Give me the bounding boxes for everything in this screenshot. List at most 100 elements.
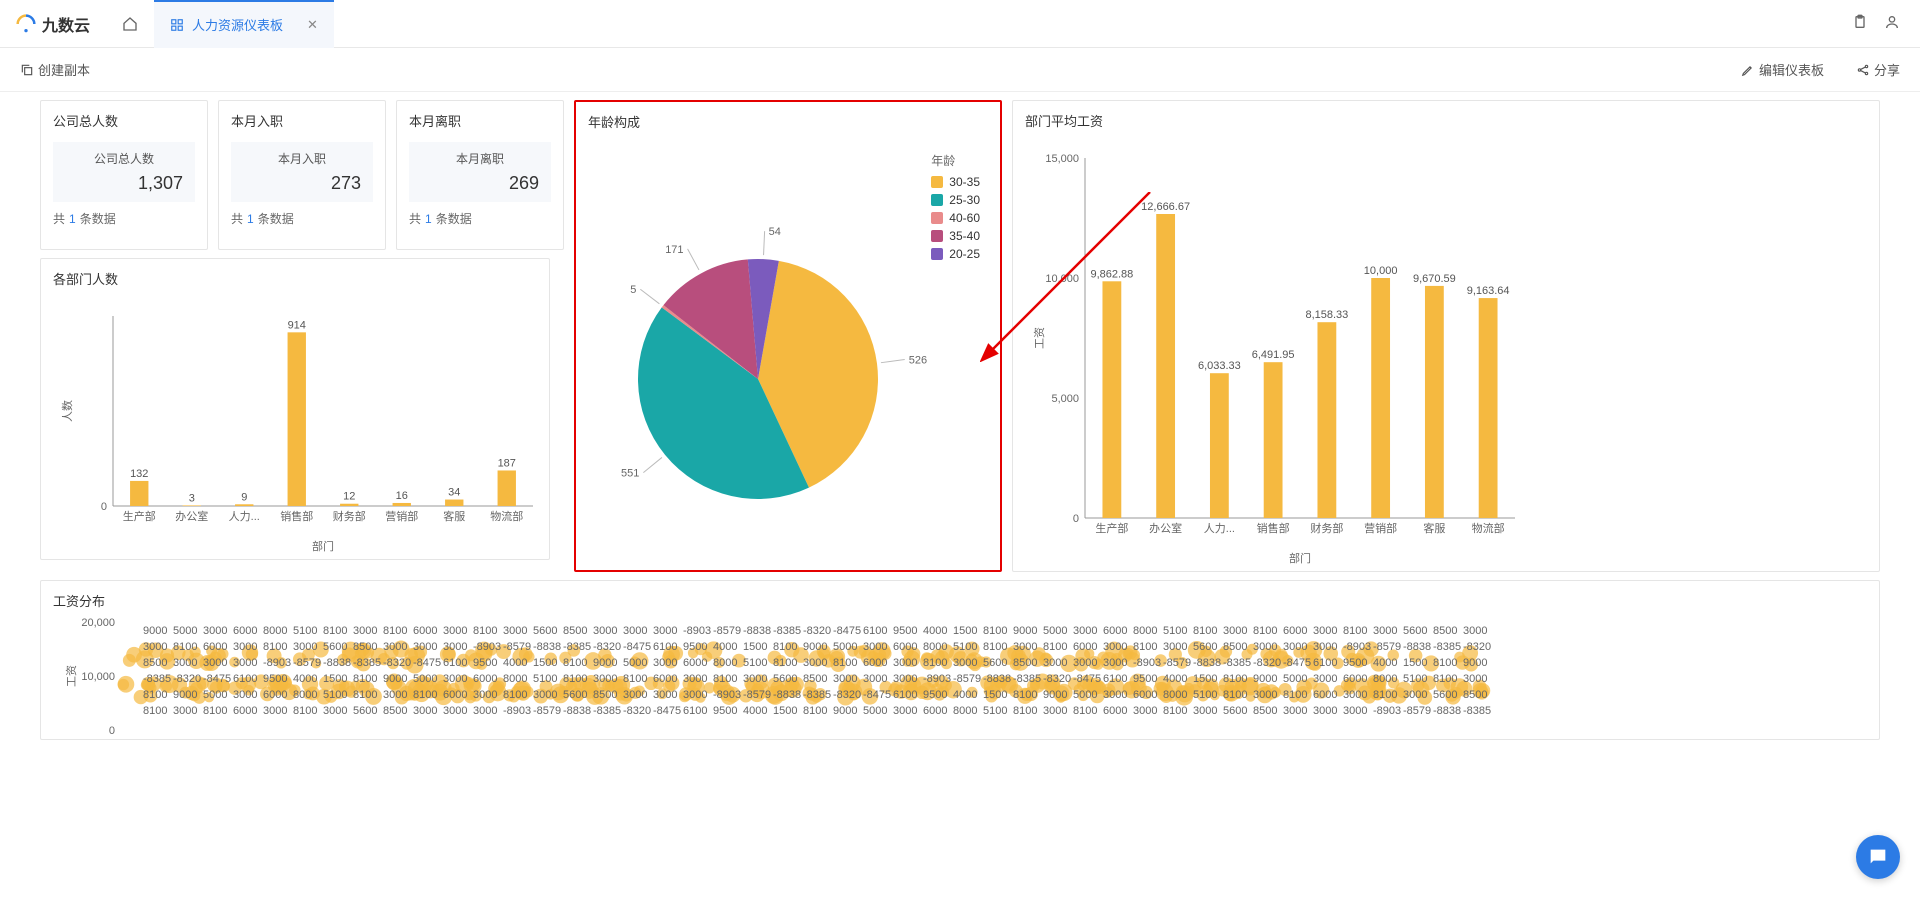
kpi-value-box: 本月入职 273: [231, 142, 373, 202]
svg-text:4000: 4000: [293, 673, 317, 685]
svg-text:9,862.88: 9,862.88: [1090, 268, 1133, 280]
svg-text:-8903: -8903: [263, 657, 291, 669]
legend-item[interactable]: 40-60: [931, 211, 980, 225]
svg-text:3000: 3000: [473, 689, 497, 701]
chat-fab[interactable]: [1856, 835, 1900, 879]
svg-text:8100: 8100: [203, 705, 227, 717]
home-button[interactable]: [106, 0, 154, 48]
svg-text:1500: 1500: [773, 705, 797, 717]
pie-legend: 年龄 30-3525-3040-6035-4020-25: [931, 152, 980, 265]
svg-text:8100: 8100: [773, 657, 797, 669]
svg-text:8100: 8100: [323, 625, 347, 637]
svg-text:8500: 8500: [593, 689, 617, 701]
tab-dashboard[interactable]: 人力资源仪表板 ✕: [154, 0, 334, 48]
svg-text:3000: 3000: [233, 641, 257, 653]
app-header: 九数云 人力资源仪表板 ✕: [0, 0, 1920, 48]
svg-text:1500: 1500: [983, 689, 1007, 701]
legend-item[interactable]: 35-40: [931, 229, 980, 243]
svg-text:-8838: -8838: [323, 657, 351, 669]
svg-text:5: 5: [630, 284, 636, 296]
kpi-value: 1,307: [61, 167, 187, 194]
svg-text:8500: 8500: [1463, 689, 1487, 701]
create-copy-button[interactable]: 创建副本: [20, 60, 90, 79]
svg-text:5600: 5600: [773, 673, 797, 685]
chart-title: 年龄构成: [588, 112, 988, 131]
legend-swatch: [931, 176, 943, 188]
svg-text:3000: 3000: [1103, 689, 1127, 701]
edit-dashboard-button[interactable]: 编辑仪表板: [1741, 60, 1824, 79]
svg-text:人力...: 人力...: [229, 510, 260, 523]
svg-text:3000: 3000: [203, 625, 227, 637]
svg-text:-8903: -8903: [1133, 657, 1161, 669]
svg-text:5600: 5600: [983, 657, 1007, 669]
svg-text:-8385: -8385: [1433, 641, 1461, 653]
svg-text:4000: 4000: [1373, 657, 1397, 669]
svg-text:9000: 9000: [143, 625, 167, 637]
user-button[interactable]: [1884, 14, 1900, 33]
svg-text:8100: 8100: [1373, 689, 1397, 701]
svg-text:5100: 5100: [293, 625, 317, 637]
svg-text:8500: 8500: [383, 705, 407, 717]
dist-svg: 20,00010,0000工资9000500030006000800051008…: [53, 618, 1493, 738]
svg-text:-8838: -8838: [533, 641, 561, 653]
legend-item[interactable]: 30-35: [931, 175, 980, 189]
svg-text:9,163.64: 9,163.64: [1467, 285, 1510, 297]
svg-text:8100: 8100: [1223, 673, 1247, 685]
avg-salary-svg: 05,00010,00015,000工资9,862.88生产部12,666.67…: [1025, 138, 1525, 568]
dashboard-body: 公司总人数 公司总人数 1,307 共1条数据 本月入职 本月入职 273 共1…: [0, 92, 1920, 748]
svg-text:3000: 3000: [593, 673, 617, 685]
svg-text:3000: 3000: [1283, 641, 1307, 653]
legend-item[interactable]: 20-25: [931, 247, 980, 261]
legend-label: 25-30: [949, 193, 980, 207]
svg-text:部门: 部门: [312, 539, 334, 553]
svg-text:9000: 9000: [383, 673, 407, 685]
svg-text:1500: 1500: [743, 641, 767, 653]
svg-text:8000: 8000: [953, 705, 977, 717]
svg-text:20,000: 20,000: [81, 618, 115, 629]
svg-text:营销部: 营销部: [385, 509, 418, 523]
svg-text:3000: 3000: [533, 689, 557, 701]
svg-text:9500: 9500: [1133, 673, 1157, 685]
svg-text:3000: 3000: [833, 673, 857, 685]
tab-close-button[interactable]: ✕: [307, 17, 318, 33]
svg-text:人数: 人数: [61, 400, 74, 422]
svg-text:3000: 3000: [1463, 673, 1487, 685]
svg-text:-8475: -8475: [863, 689, 891, 701]
svg-text:6000: 6000: [1313, 689, 1337, 701]
svg-text:-8385: -8385: [1223, 657, 1251, 669]
svg-text:3000: 3000: [1313, 625, 1337, 637]
svg-text:3000: 3000: [1133, 705, 1157, 717]
svg-text:9000: 9000: [803, 641, 827, 653]
svg-text:-8320: -8320: [383, 657, 411, 669]
svg-text:5600: 5600: [353, 705, 377, 717]
kpi-row: 公司总人数 公司总人数 1,307 共1条数据 本月入职 本月入职 273 共1…: [40, 100, 564, 250]
svg-text:5000: 5000: [1283, 673, 1307, 685]
kpi-sub: 公司总人数: [61, 150, 187, 167]
clipboard-button[interactable]: [1852, 14, 1868, 33]
legend-item[interactable]: 25-30: [931, 193, 980, 207]
svg-text:-8903: -8903: [503, 705, 531, 717]
svg-text:-8838: -8838: [1193, 657, 1221, 669]
svg-text:0: 0: [1073, 513, 1079, 525]
svg-text:3000: 3000: [1043, 705, 1067, 717]
svg-text:9,670.59: 9,670.59: [1413, 273, 1456, 285]
svg-text:1500: 1500: [1193, 673, 1217, 685]
svg-text:8100: 8100: [803, 705, 827, 717]
svg-text:3000: 3000: [1343, 689, 1367, 701]
kpi-card: 本月离职 本月离职 269 共1条数据: [396, 100, 564, 250]
svg-text:3000: 3000: [803, 657, 827, 669]
svg-text:3000: 3000: [443, 673, 467, 685]
svg-text:9500: 9500: [713, 705, 737, 717]
svg-text:12,666.67: 12,666.67: [1141, 201, 1190, 213]
svg-text:-8903: -8903: [473, 641, 501, 653]
svg-text:3000: 3000: [1103, 641, 1127, 653]
share-button[interactable]: 分享: [1856, 60, 1900, 79]
svg-text:8000: 8000: [1373, 673, 1397, 685]
svg-text:6100: 6100: [893, 689, 917, 701]
dept-headcount-chart: 各部门人数 0人数132生产部3办公室9人力...914销售部12财务部16营销…: [40, 258, 550, 560]
svg-text:3000: 3000: [173, 657, 197, 669]
svg-text:-8320: -8320: [623, 705, 651, 717]
svg-text:3000: 3000: [1163, 641, 1187, 653]
svg-text:6,033.33: 6,033.33: [1198, 360, 1241, 372]
svg-text:4000: 4000: [503, 657, 527, 669]
